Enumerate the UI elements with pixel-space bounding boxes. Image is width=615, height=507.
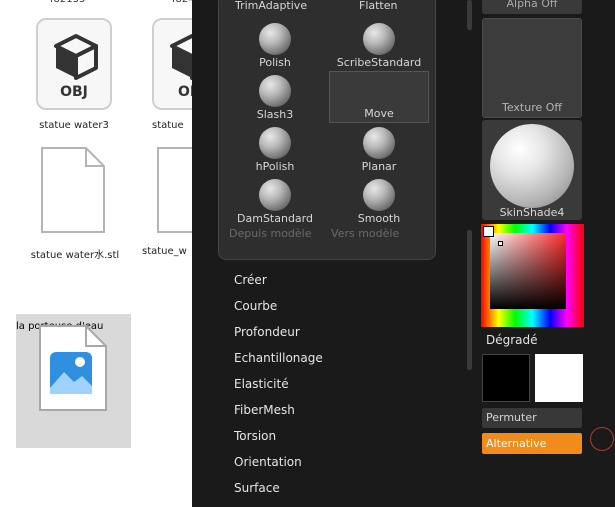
menu-item-torsion[interactable]: Torsion <box>234 428 323 454</box>
cropped-caption: f82155 <box>50 0 85 5</box>
brush-preview-icon <box>259 75 291 107</box>
alternative-button[interactable]: Alternative <box>482 433 582 454</box>
brush-name: DamStandard <box>237 212 313 225</box>
color-picker-marker[interactable] <box>498 241 503 246</box>
material-label: SkinShade4 <box>499 206 565 219</box>
cube-icon <box>54 34 98 80</box>
file-name: statue water水.stl <box>30 250 120 261</box>
alpha-button[interactable]: Alpha Off <box>482 0 582 14</box>
brush-palette-popup: TrimAdaptive Flatten Polish ScribeStanda… <box>218 0 436 260</box>
brush-preview-icon <box>363 23 395 55</box>
brush-hpolish[interactable]: hPolish <box>225 123 325 175</box>
menu-item-fibermesh[interactable]: FiberMesh <box>234 402 323 428</box>
brush-name: Polish <box>259 56 291 69</box>
brush-name: Planar <box>361 160 397 173</box>
menu-item-profondeur[interactable]: Profondeur <box>234 324 323 350</box>
file-type-label: OBJ <box>60 84 88 100</box>
brush-preview-icon <box>259 23 291 55</box>
brush-name: hPolish <box>255 160 295 173</box>
color-picker[interactable] <box>481 224 584 327</box>
brush-label-trimadaptive[interactable]: TrimAdaptive <box>235 0 307 12</box>
menu-item-courbe[interactable]: Courbe <box>234 298 323 324</box>
depuis-modele-button[interactable]: Depuis modèle <box>229 227 312 240</box>
brush-slash3[interactable]: Slash3 <box>225 71 325 123</box>
color-picker-corner[interactable] <box>483 226 494 237</box>
menu-item-surface[interactable]: Surface <box>234 480 323 506</box>
material-button[interactable]: SkinShade4 <box>482 120 582 220</box>
file-item-statue-water3[interactable]: OBJ statue water3 <box>18 18 130 138</box>
brush-name: Move <box>364 107 394 120</box>
file-name: statue water3 <box>39 120 109 131</box>
brush-smooth[interactable]: Smooth <box>329 175 429 227</box>
menu-item-elasticite[interactable]: Elasticité <box>234 376 323 402</box>
panel-scrollbar[interactable] <box>467 230 472 370</box>
obj-file-icon: OBJ <box>36 18 112 110</box>
main-color-swatch[interactable] <box>482 354 530 402</box>
menu-item-echantillonage[interactable]: Echantillonage <box>234 350 323 376</box>
secondary-color-swatch[interactable] <box>535 354 583 402</box>
brush-damstandard[interactable]: DamStandard <box>225 175 325 227</box>
file-item-la-porteuse-deau[interactable]: la porteuse d'eau <box>16 314 131 448</box>
brush-name: Smooth <box>357 212 401 225</box>
vers-modele-button[interactable]: Vers modèle <box>331 227 399 240</box>
menu-item-orientation[interactable]: Orientation <box>234 454 323 480</box>
file-item-statue[interactable]: OB statue <box>134 18 200 138</box>
brush-move[interactable]: Move <box>329 71 429 123</box>
brush-preview-icon <box>259 179 291 211</box>
brush-preview-icon <box>363 179 395 211</box>
file-item-statue-water-stl[interactable]: statue water水.stl <box>14 146 136 270</box>
brush-name: Slash3 <box>256 108 294 121</box>
brush-planar[interactable]: Planar <box>329 123 429 175</box>
brush-preview-icon <box>363 127 395 159</box>
cursor-ring-icon <box>590 427 614 451</box>
brush-scribestandard[interactable]: ScribeStandard <box>329 19 429 71</box>
brush-name: ScribeStandard <box>336 56 422 69</box>
file-explorer: f82155 f824 OBJ statue water3 OB statue <box>0 0 200 507</box>
document-icon <box>41 147 105 233</box>
texture-label: Texture Off <box>501 101 562 114</box>
material-sphere-icon <box>490 124 574 208</box>
texture-button[interactable]: Texture Off <box>482 18 582 118</box>
image-file-icon <box>39 325 107 411</box>
gradient-label[interactable]: Dégradé <box>486 333 538 347</box>
brush-preview-icon <box>259 127 291 159</box>
brush-polish[interactable]: Polish <box>225 19 325 71</box>
brush-label-flatten[interactable]: Flatten <box>359 0 398 12</box>
panel-scrollbar[interactable] <box>467 0 472 30</box>
menu-item-creer[interactable]: Créer <box>234 272 323 298</box>
brush-submenu: Créer Courbe Profondeur Echantillonage E… <box>234 272 323 506</box>
brush-preview-icon <box>364 76 396 108</box>
swap-colors-button[interactable]: Permuter <box>482 408 582 428</box>
